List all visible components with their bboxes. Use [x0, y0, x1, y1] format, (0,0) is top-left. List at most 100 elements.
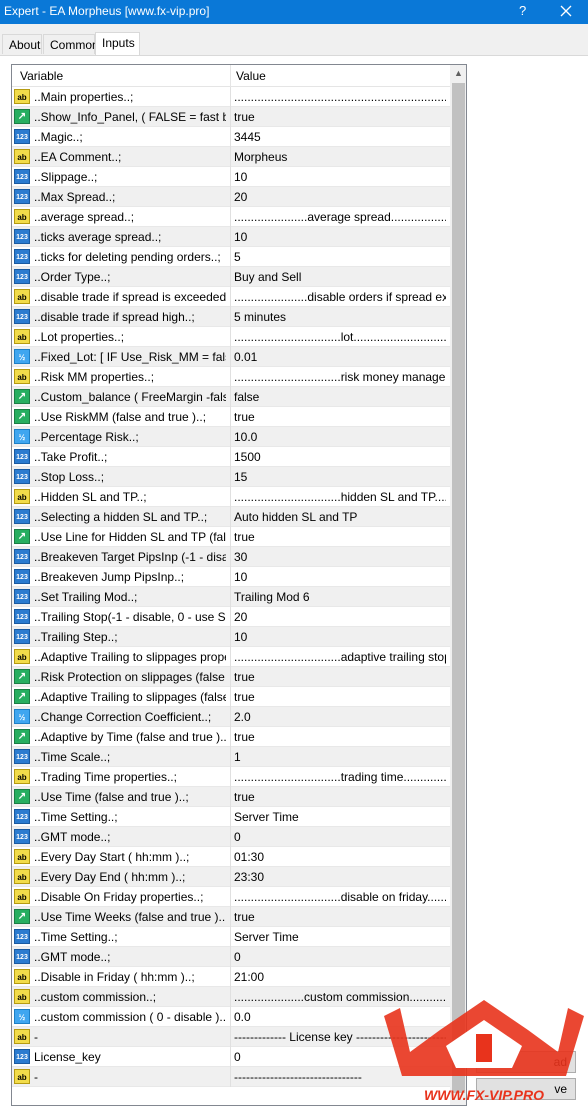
variable-value[interactable]: 21:00: [234, 970, 446, 984]
variable-value[interactable]: 0: [234, 830, 446, 844]
table-row[interactable]: ↗ ..Custom_balance ( FreeMargin -false ..…: [12, 387, 450, 407]
table-row[interactable]: 123 ..Selecting a hidden SL and TP..; Auto…: [12, 507, 450, 527]
variable-value[interactable]: 2.0: [234, 710, 446, 724]
variable-value[interactable]: ......................average spread....…: [234, 210, 446, 224]
tab-inputs[interactable]: Inputs: [95, 32, 140, 56]
variable-value[interactable]: 0: [234, 950, 446, 964]
variable-value[interactable]: Auto hidden SL and TP: [234, 510, 446, 524]
table-row[interactable]: 123 ..GMT mode..; 0: [12, 947, 450, 967]
table-row[interactable]: 123 ..GMT mode..; 0: [12, 827, 450, 847]
tab-common[interactable]: Common: [43, 34, 99, 54]
column-value[interactable]: Value: [236, 69, 266, 83]
table-row[interactable]: 123 ..Time Scale..; 1: [12, 747, 450, 767]
table-row[interactable]: ab ..Main properties..;..................…: [12, 87, 450, 107]
table-row[interactable]: ab ..Trading Time properties..;..........…: [12, 767, 450, 787]
table-row[interactable]: 123 ..Magic..; 3445: [12, 127, 450, 147]
variable-value[interactable]: false: [234, 390, 446, 404]
variable-value[interactable]: ........................................…: [234, 90, 446, 104]
table-row[interactable]: ab ..Adaptive Trailing to slippages prope…: [12, 647, 450, 667]
variable-value[interactable]: 10.0: [234, 430, 446, 444]
variable-value[interactable]: 20: [234, 610, 446, 624]
variable-value[interactable]: 30: [234, 550, 446, 564]
variable-value[interactable]: true: [234, 110, 446, 124]
table-row[interactable]: ↗ ..Use Time (false and true )..; true: [12, 787, 450, 807]
vertical-scrollbar[interactable]: ▲: [450, 65, 466, 1105]
table-row[interactable]: 123 ..Trailing Step..; 10: [12, 627, 450, 647]
table-row[interactable]: 123 ..Time Setting..; Server Time: [12, 927, 450, 947]
table-row[interactable]: ab ..Risk MM properties..;...............…: [12, 367, 450, 387]
table-row[interactable]: 123 ..Time Setting..; Server Time: [12, 807, 450, 827]
variable-value[interactable]: true: [234, 790, 446, 804]
variable-value[interactable]: 3445: [234, 130, 446, 144]
table-row[interactable]: 123 ..disable trade if spread high..; 5 mi…: [12, 307, 450, 327]
table-row[interactable]: ab ..Disable On Friday properties..;.....…: [12, 887, 450, 907]
close-button[interactable]: [556, 1, 576, 21]
table-row[interactable]: ↗ ..Use Time Weeks (false and true )..; tr…: [12, 907, 450, 927]
table-row[interactable]: ab ..Disable in Friday ( hh:mm )..; 21:00: [12, 967, 450, 987]
variable-value[interactable]: ................................lot.....…: [234, 330, 446, 344]
variable-value[interactable]: ................................trading …: [234, 770, 446, 784]
table-row[interactable]: 123 ..Order Type..; Buy and Sell: [12, 267, 450, 287]
table-row[interactable]: ↗ ..Use Line for Hidden SL and TP (fals..…: [12, 527, 450, 547]
variable-value[interactable]: 5 minutes: [234, 310, 446, 324]
table-row[interactable]: ab ..Every Day End ( hh:mm )..; 23:30: [12, 867, 450, 887]
table-row[interactable]: ↗ ..Adaptive Trailing to slippages (false…: [12, 687, 450, 707]
column-divider[interactable]: [230, 65, 231, 87]
table-row[interactable]: 123 ..Breakeven Target PipsInp (-1 - disa…: [12, 547, 450, 567]
variable-value[interactable]: true: [234, 670, 446, 684]
variable-value[interactable]: true: [234, 910, 446, 924]
table-row[interactable]: 123 ..Set Trailing Mod..; Trailing Mod 6: [12, 587, 450, 607]
table-row[interactable]: ab ..average spread..;...................…: [12, 207, 450, 227]
variable-value[interactable]: true: [234, 530, 446, 544]
table-row[interactable]: ab ..disable trade if spread is exceeded.…: [12, 287, 450, 307]
variable-value[interactable]: 10: [234, 230, 446, 244]
variable-value[interactable]: 10: [234, 630, 446, 644]
variable-value[interactable]: 1: [234, 750, 446, 764]
variable-value[interactable]: ................................adaptive…: [234, 650, 446, 664]
variable-value[interactable]: true: [234, 690, 446, 704]
table-row[interactable]: 123 ..Take Profit..; 1500: [12, 447, 450, 467]
variable-value[interactable]: 01:30: [234, 850, 446, 864]
variable-value[interactable]: 20: [234, 190, 446, 204]
table-row[interactable]: ab ..Hidden SL and TP..;.................…: [12, 487, 450, 507]
variable-value[interactable]: 10: [234, 570, 446, 584]
variable-value[interactable]: true: [234, 410, 446, 424]
table-row[interactable]: ½ ..Change Correction Coefficient..; 2.0: [12, 707, 450, 727]
table-row[interactable]: 123 ..ticks average spread..; 10: [12, 227, 450, 247]
variable-value[interactable]: 15: [234, 470, 446, 484]
table-row[interactable]: 123 ..Stop Loss..; 15: [12, 467, 450, 487]
table-row[interactable]: ab ..EA Comment..; Morpheus: [12, 147, 450, 167]
table-row[interactable]: ↗ ..Use RiskMM (false and true )..; true: [12, 407, 450, 427]
variable-value[interactable]: Morpheus: [234, 150, 446, 164]
table-row[interactable]: 123 ..ticks for deleting pending orders..…: [12, 247, 450, 267]
variable-value[interactable]: Trailing Mod 6: [234, 590, 446, 604]
variable-value[interactable]: ................................risk mon…: [234, 370, 446, 384]
variable-value[interactable]: Server Time: [234, 930, 446, 944]
table-row[interactable]: ½ ..Fixed_Lot: [ IF Use_Risk_MM = false..…: [12, 347, 450, 367]
table-row[interactable]: ab ..Every Day Start ( hh:mm )..; 01:30: [12, 847, 450, 867]
scrollbar-thumb[interactable]: [452, 83, 465, 1093]
variable-value[interactable]: true: [234, 730, 446, 744]
column-variable[interactable]: Variable: [20, 69, 63, 83]
variable-value[interactable]: Server Time: [234, 810, 446, 824]
table-row[interactable]: 123 ..Breakeven Jump PipsInp..; 10: [12, 567, 450, 587]
table-row[interactable]: 123 ..Trailing Stop(-1 - disable, 0 - use…: [12, 607, 450, 627]
table-row[interactable]: ↗ ..Adaptive by Time (false and true )..;…: [12, 727, 450, 747]
tab-about[interactable]: About: [2, 34, 42, 54]
variable-value[interactable]: 5: [234, 250, 446, 264]
variable-value[interactable]: 23:30: [234, 870, 446, 884]
table-row[interactable]: ↗ ..Show_Info_Panel, ( FALSE = fast ba...…: [12, 107, 450, 127]
table-row[interactable]: ab ..Lot properties..;...................…: [12, 327, 450, 347]
scroll-up-icon[interactable]: ▲: [450, 65, 466, 82]
table-row[interactable]: 123 ..Slippage..; 10: [12, 167, 450, 187]
table-row[interactable]: ½ ..Percentage Risk..; 10.0: [12, 427, 450, 447]
variable-value[interactable]: Buy and Sell: [234, 270, 446, 284]
variable-value[interactable]: ................................disable …: [234, 890, 446, 904]
table-row[interactable]: 123 ..Max Spread..; 20: [12, 187, 450, 207]
table-row[interactable]: ↗ ..Risk Protection on slippages (false a…: [12, 667, 450, 687]
variable-value[interactable]: ......................disable orders if …: [234, 290, 446, 304]
variable-value[interactable]: 1500: [234, 450, 446, 464]
variable-value[interactable]: ................................hidden S…: [234, 490, 446, 504]
variable-value[interactable]: 10: [234, 170, 446, 184]
help-button[interactable]: ?: [519, 3, 526, 18]
